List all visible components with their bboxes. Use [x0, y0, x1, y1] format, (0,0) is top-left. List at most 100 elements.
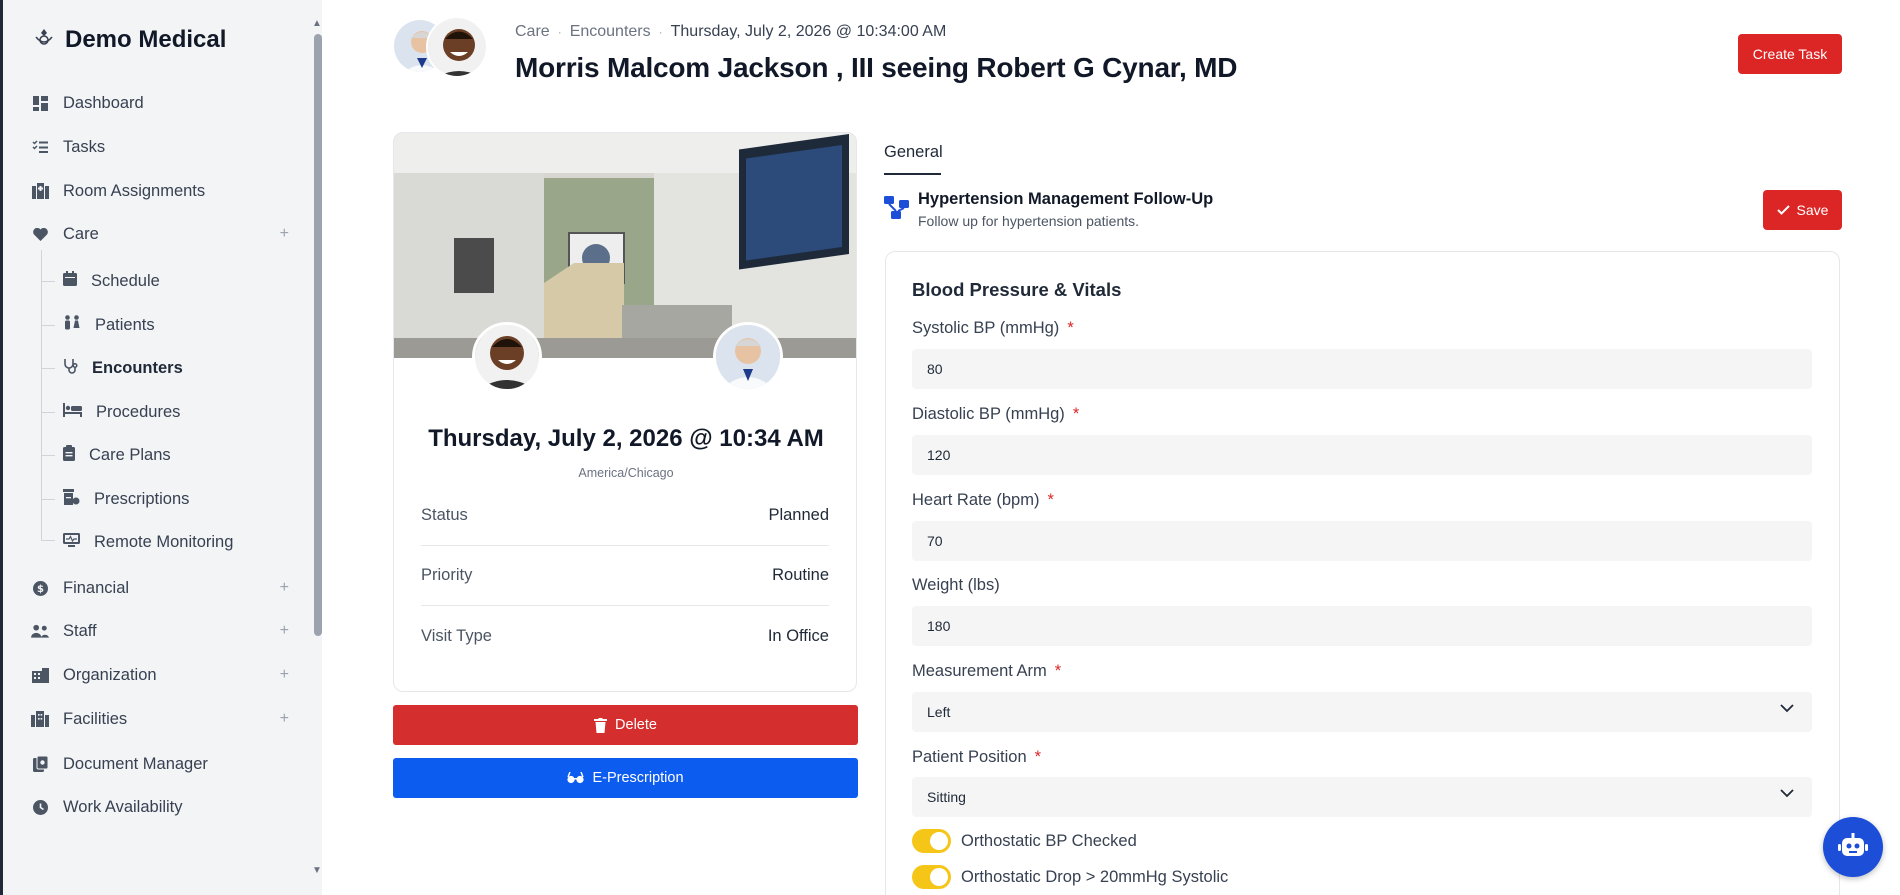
heart-rate-input[interactable]: 70 — [912, 521, 1812, 561]
participant-avatars — [392, 16, 492, 82]
breadcrumb-care[interactable]: Care — [515, 23, 550, 41]
exam-room-image — [394, 133, 856, 358]
save-button[interactable]: Save — [1763, 190, 1842, 230]
weight-input[interactable]: 180 — [912, 606, 1812, 646]
select-value: Sitting — [927, 789, 966, 805]
sidebar-item-label: Schedule — [91, 271, 160, 290]
glasses-icon — [567, 772, 585, 784]
diastolic-input[interactable]: 120 — [912, 435, 1812, 475]
encounter-card: Thursday, July 2, 2026 @ 10:34 AM Americ… — [393, 132, 857, 692]
clock-icon — [31, 798, 49, 816]
detail-row-status: Status Planned — [421, 506, 829, 525]
detail-value: Routine — [772, 566, 829, 584]
chat-assistant-button[interactable] — [1823, 817, 1883, 877]
calendar-icon — [63, 271, 77, 291]
sidebar-item-care[interactable]: Care + — [31, 220, 289, 248]
divider — [421, 545, 829, 546]
heart-rate-label: Heart Rate (bpm) * — [912, 491, 1054, 510]
sidebar-item-financial[interactable]: $ Financial + — [31, 574, 289, 602]
create-task-button[interactable]: Create Task — [1738, 34, 1842, 74]
sidebar-item-work-availability[interactable]: Work Availability — [31, 793, 289, 821]
prescription-bottle-icon — [63, 488, 80, 510]
orthostatic-drop-toggle[interactable] — [912, 865, 951, 889]
patient-position-label: Patient Position * — [912, 748, 1041, 767]
breadcrumb-encounters[interactable]: Encounters — [570, 23, 651, 41]
e-prescription-button[interactable]: E-Prescription — [393, 758, 858, 798]
breadcrumb: Care · Encounters · Thursday, July 2, 20… — [515, 23, 946, 41]
required-marker: * — [1067, 319, 1074, 337]
visit-datetime: Thursday, July 2, 2026 @ 10:34 AM — [428, 425, 824, 452]
field-label: Measurement Arm — [912, 662, 1047, 680]
sidebar-scroll-thumb[interactable] — [314, 34, 322, 636]
sidebar-item-dashboard[interactable]: Dashboard — [31, 89, 289, 117]
sidebar-item-label: Staff — [63, 621, 97, 640]
sidebar-item-staff[interactable]: Staff + — [31, 617, 289, 645]
sidebar-item-label: Facilities — [63, 709, 128, 728]
sidebar-item-encounters[interactable]: Encounters — [63, 354, 183, 382]
brand-name: Demo Medical — [65, 26, 227, 53]
diastolic-label: Diastolic BP (mmHg) * — [912, 405, 1079, 424]
procedure-bed-icon — [63, 402, 82, 422]
expand-icon[interactable]: + — [280, 225, 289, 243]
dollar-circle-icon: $ — [31, 579, 49, 597]
tree-tick — [41, 368, 55, 369]
detail-value: In Office — [767, 627, 829, 645]
sidebar-item-label: Procedures — [96, 402, 181, 421]
organization-icon — [31, 666, 49, 684]
svg-text:$: $ — [37, 584, 44, 595]
scroll-down-arrow-icon[interactable]: ▼ — [312, 865, 322, 876]
brand[interactable]: Demo Medical — [33, 26, 226, 54]
systolic-input[interactable]: 80 — [912, 349, 1812, 389]
workflow-icon — [884, 196, 909, 219]
detail-value: Planned — [768, 506, 829, 524]
tree-tick — [41, 499, 55, 500]
sidebar-item-schedule[interactable]: Schedule — [63, 267, 160, 295]
required-marker: * — [1054, 662, 1062, 680]
sidebar-item-facilities[interactable]: Facilities + — [31, 705, 289, 733]
detail-key: Status — [421, 506, 468, 524]
sidebar-item-remote-monitoring[interactable]: Remote Monitoring — [63, 528, 233, 556]
tab-general[interactable]: General — [884, 143, 943, 162]
sidebar-item-tasks[interactable]: Tasks — [31, 133, 289, 161]
expand-icon[interactable]: + — [280, 622, 289, 640]
required-marker: * — [1034, 748, 1042, 766]
sidebar-item-procedures[interactable]: Procedures — [63, 398, 180, 426]
measurement-arm-select[interactable]: Left — [912, 692, 1812, 732]
expand-icon[interactable]: + — [280, 710, 289, 728]
save-label: Save — [1796, 202, 1829, 218]
expand-icon[interactable]: + — [280, 666, 289, 684]
scroll-up-arrow-icon[interactable]: ▲ — [312, 18, 322, 29]
expand-icon[interactable]: + — [280, 579, 289, 597]
sidebar-item-label: Care — [63, 224, 99, 243]
orthostatic-drop-toggle-row: Orthostatic Drop > 20mmHg Systolic — [912, 865, 1228, 889]
detail-row-priority: Priority Routine — [421, 566, 829, 585]
heart-icon — [31, 225, 49, 243]
sidebar-item-organization[interactable]: Organization + — [31, 661, 289, 689]
document-icon — [31, 755, 49, 773]
sidebar-item-prescriptions[interactable]: Prescriptions — [63, 485, 189, 513]
detail-key: Priority — [421, 566, 473, 584]
visit-timezone: America/Chicago — [578, 466, 674, 480]
sidebar-item-label: Remote Monitoring — [94, 532, 234, 551]
patient-position-select[interactable]: Sitting — [912, 777, 1812, 817]
sidebar-item-label: Organization — [63, 665, 157, 684]
delete-button[interactable]: Delete — [393, 705, 858, 745]
orthostatic-checked-toggle-row: Orthostatic BP Checked — [912, 829, 1137, 853]
toggle-label: Orthostatic Drop > 20mmHg Systolic — [961, 867, 1229, 886]
clipboard-icon — [63, 444, 75, 466]
sidebar-item-room-assignments[interactable]: Room Assignments — [31, 177, 289, 205]
detail-row-visit-type: Visit Type In Office — [421, 627, 829, 646]
sidebar-item-patients[interactable]: Patients — [63, 311, 155, 339]
systolic-label: Systolic BP (mmHg) * — [912, 319, 1074, 338]
orthostatic-checked-toggle[interactable] — [912, 829, 951, 853]
doctor-avatar — [713, 322, 783, 392]
required-marker: * — [1047, 491, 1054, 509]
field-label: Diastolic BP (mmHg) — [912, 405, 1065, 423]
field-label: Weight (lbs) — [912, 576, 1000, 594]
monitor-icon — [63, 532, 80, 552]
e-prescription-label: E-Prescription — [592, 770, 684, 786]
sidebar-item-care-plans[interactable]: Care Plans — [63, 441, 171, 469]
sidebar-item-document-manager[interactable]: Document Manager — [31, 750, 289, 778]
sidebar: Demo Medical Dashboard Tasks Room Assign… — [0, 0, 322, 895]
sidebar-item-label: Financial — [63, 578, 130, 597]
